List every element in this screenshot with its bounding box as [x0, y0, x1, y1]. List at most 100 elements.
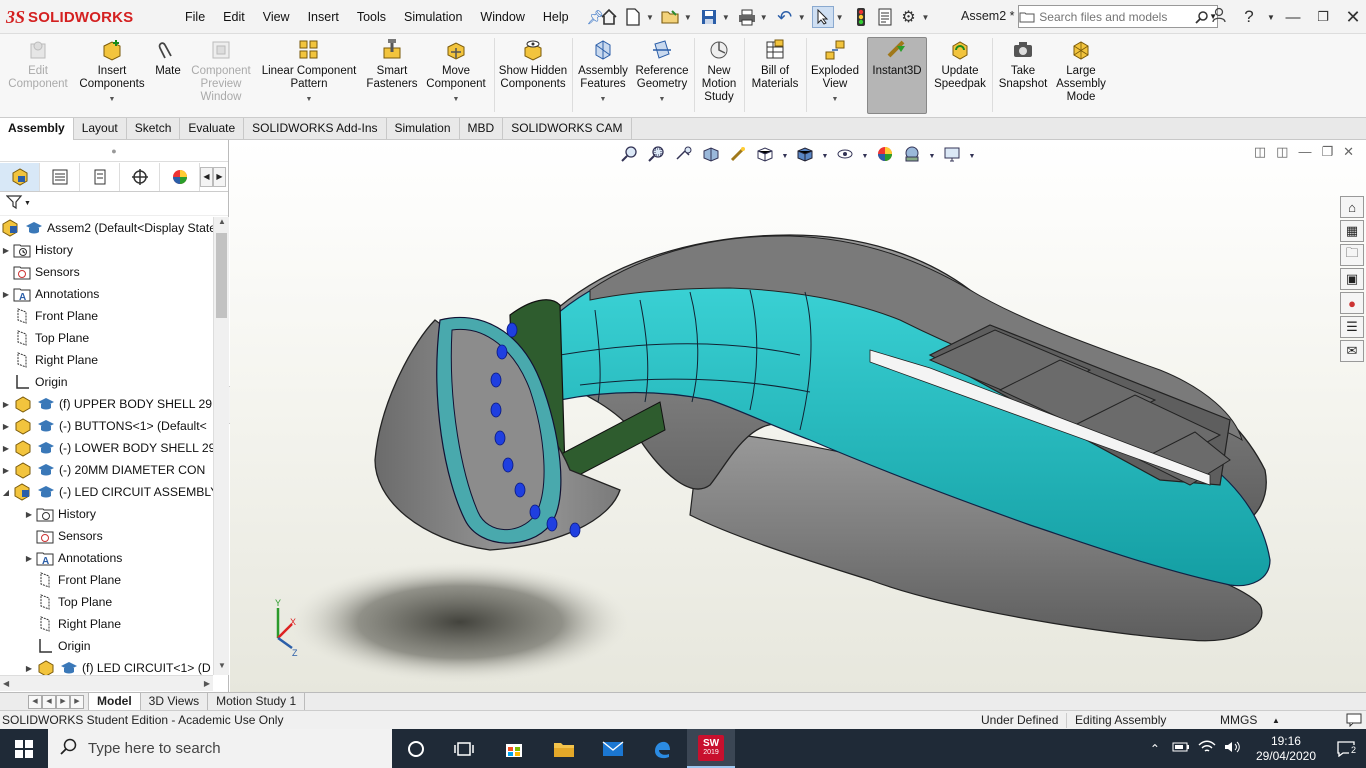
print-icon[interactable]	[736, 6, 758, 28]
tab-3d-views[interactable]: 3D Views	[141, 693, 209, 710]
solidworks-forum-icon[interactable]: ✉	[1340, 340, 1364, 362]
system-clock[interactable]: 19:16 29/04/2020	[1256, 734, 1316, 764]
filter-funnel-icon[interactable]	[5, 194, 24, 213]
tab-addins[interactable]: SOLIDWORKS Add-Ins	[244, 118, 387, 140]
tree-item-lower-body-shell[interactable]: ▶ (-) LOWER BODY SHELL 29	[0, 437, 213, 459]
restore-icon[interactable]: ❐	[1310, 9, 1336, 25]
tree-item-sub-origin[interactable]: Origin	[23, 635, 91, 657]
graphics-area[interactable]: ▼ ▼ ▼ ▼ ▼ ◫ ◫ — ❐ ✕ ⌂ ▦ 🗀︎ ▣ ● ☰ ✉ Y X Z	[230, 140, 1366, 692]
linear-component-pattern-button[interactable]: Linear Component Pattern ▼	[258, 38, 360, 114]
solidworks-resources-icon[interactable]: ⌂	[1340, 196, 1364, 218]
filter-dropdown-icon[interactable]: ▼	[24, 200, 31, 207]
options-gear-icon[interactable]: ⚙	[898, 6, 920, 28]
help-icon[interactable]: ?	[1236, 7, 1262, 27]
tab-evaluate[interactable]: Evaluate	[180, 118, 245, 140]
save-icon[interactable]	[698, 6, 720, 28]
file-properties-icon[interactable]	[874, 6, 896, 28]
tab-motion-study-1[interactable]: Motion Study 1	[208, 693, 306, 710]
options-dropdown-icon[interactable]: ▼	[922, 13, 930, 22]
expand-arrow-icon[interactable]: ▶	[23, 510, 35, 519]
user-account-icon[interactable]	[1206, 7, 1232, 27]
tree-horizontal-scrollbar[interactable]: ◀ ▶	[0, 675, 213, 691]
select-dropdown-icon[interactable]: ▼	[836, 13, 844, 22]
rebuild-traffic-light-icon[interactable]	[850, 6, 872, 28]
next-tab-icon[interactable]: ▶	[56, 694, 70, 709]
prev-tab-icon[interactable]: ◀	[42, 694, 56, 709]
tree-item-root-assembly[interactable]: Assem2 (Default<Display State	[0, 217, 213, 239]
file-explorer-taskbar-icon[interactable]	[540, 729, 588, 768]
instant3d-button[interactable]: Instant3D	[867, 37, 927, 114]
custom-properties-icon[interactable]: ☰	[1340, 316, 1364, 338]
solidworks-taskbar-app[interactable]: SW 2019	[687, 729, 735, 768]
property-manager-tab-icon[interactable]	[40, 162, 80, 191]
help-dropdown-icon[interactable]: ▼	[1266, 13, 1276, 22]
tabs-scroll-left-icon[interactable]: ◀	[200, 166, 213, 187]
show-hidden-components-button[interactable]: Show Hidden Components	[498, 38, 568, 114]
windows-start-button[interactable]	[0, 729, 48, 768]
new-document-icon[interactable]	[622, 6, 644, 28]
scroll-right-icon[interactable]: ▶	[204, 679, 210, 688]
tab-simulation[interactable]: Simulation	[387, 118, 460, 140]
expand-arrow-icon[interactable]: ▶	[23, 554, 35, 563]
configuration-manager-tab-icon[interactable]	[80, 162, 120, 191]
tray-expand-icon[interactable]: ⌃	[1150, 742, 1160, 756]
tree-item-sub-top-plane[interactable]: Top Plane	[23, 591, 112, 613]
reference-geometry-dropdown-icon[interactable]: ▼	[659, 93, 666, 106]
large-assembly-mode-button[interactable]: Large Assembly Mode	[1052, 38, 1110, 114]
update-speedpak-button[interactable]: Update Speedpak	[930, 38, 990, 114]
new-motion-study-button[interactable]: New Motion Study	[698, 38, 740, 114]
exploded-view-button[interactable]: Exploded View ▼	[808, 38, 862, 114]
move-component-button[interactable]: Move Component ▼	[422, 38, 490, 114]
open-icon[interactable]	[660, 6, 682, 28]
tree-item-front-plane[interactable]: Front Plane	[0, 305, 98, 327]
scroll-down-icon[interactable]: ▼	[214, 661, 230, 675]
menu-edit[interactable]: Edit	[214, 10, 254, 24]
edge-browser-icon[interactable]	[638, 729, 686, 768]
view-palette-icon[interactable]: ▣	[1340, 268, 1364, 290]
scroll-up-icon[interactable]: ▲	[214, 217, 230, 231]
tree-item-buttons[interactable]: ▶ (-) BUTTONS<1> (Default<	[0, 415, 207, 437]
undo-icon[interactable]: ↶	[774, 6, 796, 28]
insert-components-dropdown-icon[interactable]: ▼	[109, 93, 116, 106]
scroll-thumb[interactable]	[216, 233, 227, 318]
tree-item-sensors[interactable]: Sensors	[0, 261, 80, 283]
select-icon[interactable]	[811, 6, 834, 28]
reference-geometry-button[interactable]: Reference Geometry ▼	[632, 38, 692, 114]
appearances-icon[interactable]: ●	[1340, 292, 1364, 314]
expand-arrow-icon[interactable]: ▶	[23, 664, 35, 673]
close-icon[interactable]: ✕	[1340, 7, 1366, 28]
unit-system-dropdown-icon[interactable]: ▲	[1272, 716, 1280, 725]
component-preview-window-button[interactable]: Component Preview Window	[186, 38, 256, 114]
edit-component-button[interactable]: Edit Component	[6, 38, 70, 114]
search-box[interactable]: ▼	[1018, 5, 1218, 28]
take-snapshot-button[interactable]: Take Snapshot	[996, 38, 1050, 114]
bill-of-materials-button[interactable]: Bill of Materials	[748, 38, 802, 114]
unit-system-selector[interactable]: MMGS	[1220, 713, 1257, 727]
solidworks-logo[interactable]: 3S SOLIDWORKS	[6, 4, 156, 30]
tree-item-sub-annotations[interactable]: ▶ A Annotations	[23, 547, 122, 569]
mate-button[interactable]: Mate	[150, 38, 186, 114]
smart-fasteners-button[interactable]: Smart Fasteners	[364, 38, 420, 114]
tab-mbd[interactable]: MBD	[460, 118, 504, 140]
cortana-icon[interactable]	[392, 729, 440, 768]
tree-item-history[interactable]: ▶ History	[0, 239, 73, 261]
tree-item-right-plane[interactable]: Right Plane	[0, 349, 98, 371]
panel-grip-handle[interactable]: ●	[0, 140, 228, 162]
tabs-scroll-right-icon[interactable]: ▶	[213, 166, 226, 187]
collapse-arrow-icon[interactable]: ◢	[0, 488, 12, 497]
menu-view[interactable]: View	[254, 10, 299, 24]
menu-help[interactable]: Help	[534, 10, 578, 24]
tree-item-20mm-diameter[interactable]: ▶ (-) 20MM DIAMETER CON	[0, 459, 205, 481]
display-manager-tab-icon[interactable]	[160, 162, 200, 191]
first-tab-icon[interactable]: ◀	[28, 694, 42, 709]
file-explorer-icon[interactable]: 🗀︎	[1340, 244, 1364, 266]
expand-arrow-icon[interactable]: ▶	[0, 246, 12, 255]
save-dropdown-icon[interactable]: ▼	[722, 13, 730, 22]
scroll-left-icon[interactable]: ◀	[3, 679, 9, 688]
tab-sketch[interactable]: Sketch	[127, 118, 181, 140]
last-tab-icon[interactable]: ▶	[70, 694, 84, 709]
viewport-close-icon[interactable]: ✕	[1343, 144, 1354, 160]
move-component-dropdown-icon[interactable]: ▼	[453, 93, 460, 106]
tree-item-led-circuit[interactable]: ▶ (f) LED CIRCUIT<1> (D	[23, 657, 211, 675]
search-input[interactable]	[1035, 9, 1195, 24]
